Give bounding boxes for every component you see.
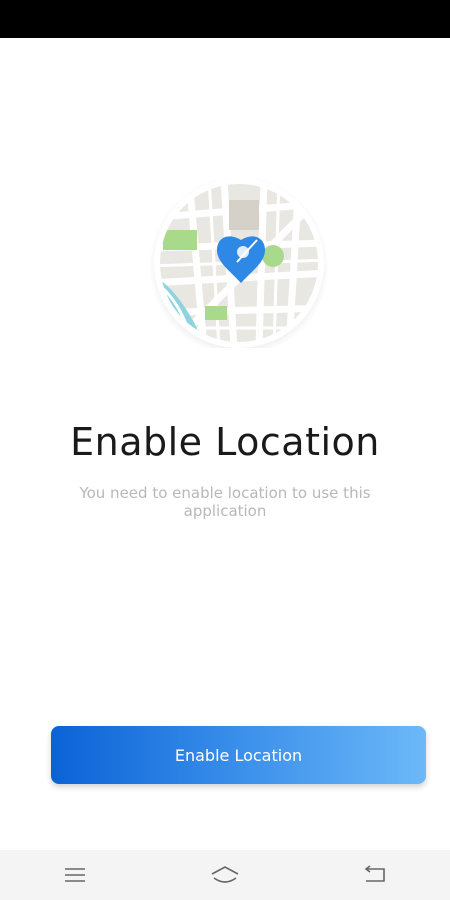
menu-icon[interactable] [45,855,105,895]
map-location-illustration [149,178,329,348]
back-icon[interactable] [345,855,405,895]
enable-location-button[interactable]: Enable Location [51,726,426,784]
system-navigation-bar [0,850,450,900]
permission-message: You need to enable location to use this … [79,484,371,520]
map-location-pin-icon [149,178,329,348]
status-bar [0,0,450,38]
home-icon[interactable] [195,855,255,895]
page-title: Enable Location [70,420,380,464]
